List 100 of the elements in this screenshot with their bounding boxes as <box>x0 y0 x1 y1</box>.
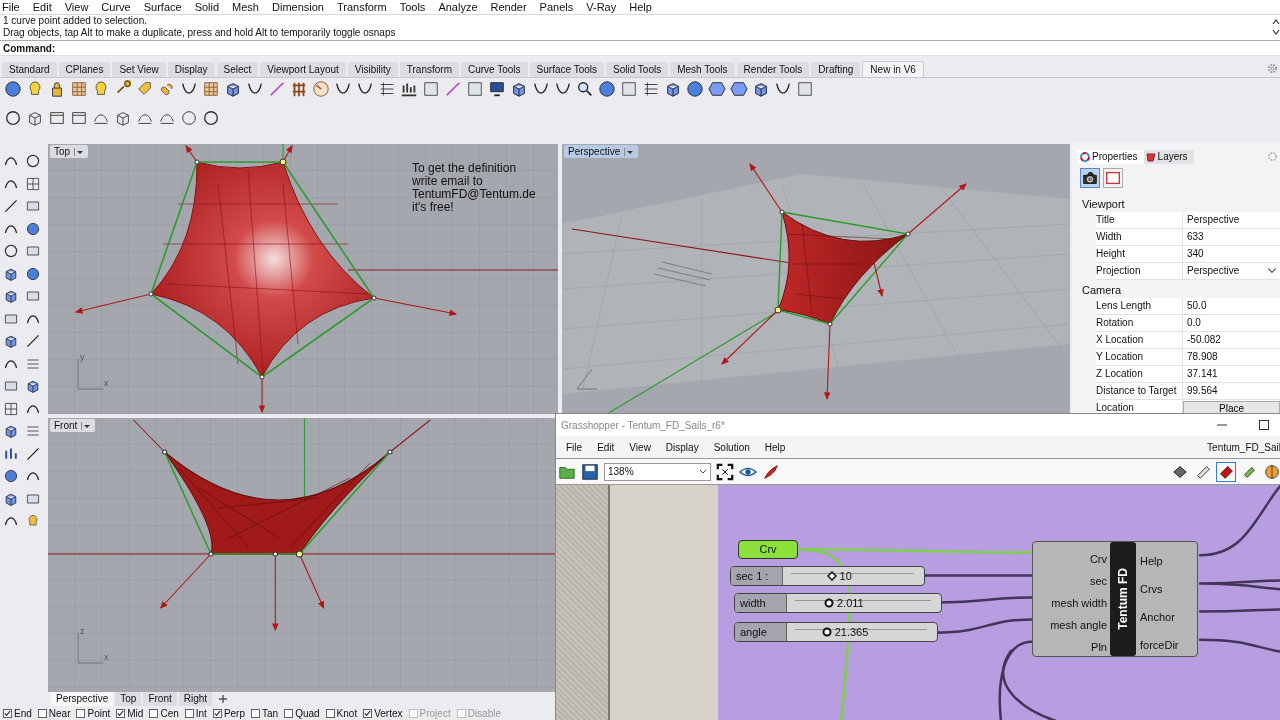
menu-item[interactable]: Solid <box>194 0 226 14</box>
property-value[interactable]: -50.082 <box>1183 332 1280 348</box>
grid-icon[interactable] <box>202 80 220 98</box>
checkbox[interactable] <box>212 708 222 718</box>
view-tab[interactable]: Perspective <box>51 692 114 706</box>
menu-item[interactable]: Edit <box>32 0 58 14</box>
menu-item[interactable]: Panels <box>539 0 580 14</box>
bars-icon[interactable] <box>3 445 19 462</box>
box-icon[interactable] <box>48 109 66 127</box>
caret-icon[interactable] <box>699 468 707 475</box>
box-icon[interactable] <box>70 109 88 127</box>
cube-icon[interactable] <box>224 80 242 98</box>
lines-icon[interactable] <box>642 80 660 98</box>
circle-icon[interactable] <box>25 153 41 170</box>
menu-item[interactable]: Edit <box>597 441 615 453</box>
cube-icon[interactable] <box>752 80 770 98</box>
checkbox[interactable] <box>363 708 373 718</box>
view-tab[interactable]: Front <box>143 692 177 706</box>
toolbar-tab[interactable]: CPlanes <box>58 62 111 77</box>
menu-item[interactable]: File <box>2 0 26 14</box>
slider-thumb[interactable] <box>824 598 834 608</box>
slider-thumb[interactable] <box>826 571 837 581</box>
grid-icon[interactable] <box>3 400 19 417</box>
zoom-extents-icon[interactable] <box>716 462 734 481</box>
box-icon[interactable] <box>466 80 484 98</box>
toolbar-tab[interactable]: Visibility <box>347 62 398 77</box>
menu-item[interactable]: Solution <box>713 441 750 453</box>
number-slider[interactable]: angle 21.365 <box>734 622 938 642</box>
caret-icon[interactable] <box>1267 267 1277 275</box>
box-icon[interactable] <box>422 80 440 98</box>
menu-item[interactable]: View <box>64 0 95 14</box>
cube-icon[interactable] <box>3 333 19 350</box>
toolbar-tab[interactable]: Select <box>216 62 259 77</box>
curve-parameter[interactable]: Crv <box>738 540 798 559</box>
save-icon[interactable] <box>581 462 599 481</box>
cube-icon[interactable] <box>114 109 132 127</box>
menu-item[interactable]: Display <box>665 441 699 453</box>
caret-icon[interactable] <box>624 147 635 156</box>
zoom-dropdown[interactable]: 138% <box>604 462 711 481</box>
menu-item[interactable]: Render <box>490 0 533 14</box>
checkbox[interactable] <box>184 708 194 718</box>
property-value[interactable]: 340 <box>1183 246 1280 262</box>
scroll-arrows-icon[interactable] <box>1272 17 1280 37</box>
view-tab[interactable]: Right <box>178 692 213 706</box>
command-field[interactable]: Command: <box>0 41 1280 56</box>
toolbar-tab[interactable]: Set View <box>112 62 166 77</box>
hexagon-icon[interactable] <box>730 80 748 98</box>
document-tab[interactable]: Tentum_FD_Sail <box>1207 441 1280 453</box>
property-value[interactable]: 37.141 <box>1183 366 1280 382</box>
slider-thumb[interactable] <box>821 627 832 637</box>
toolbar-tab[interactable]: Drafting <box>811 62 861 77</box>
gauge-icon[interactable] <box>312 80 330 98</box>
lines-icon[interactable] <box>378 80 396 98</box>
line-icon[interactable] <box>25 333 41 350</box>
checkbox[interactable] <box>37 708 47 718</box>
cube-icon[interactable] <box>3 423 19 440</box>
search-icon[interactable] <box>576 80 594 98</box>
line-icon[interactable] <box>25 445 41 462</box>
cube-icon[interactable] <box>3 288 19 305</box>
toolbar-tab[interactable]: Viewport Layout <box>260 62 346 77</box>
cube-icon[interactable] <box>664 80 682 98</box>
toolbar-tab[interactable]: Display <box>167 62 215 77</box>
bulb-icon[interactable] <box>92 80 110 98</box>
line-icon[interactable] <box>3 198 19 215</box>
checkbox[interactable] <box>116 708 126 718</box>
checkbox[interactable] <box>251 708 260 718</box>
toolbar-tab[interactable]: Standard <box>2 62 57 77</box>
menu-item[interactable]: Transform <box>336 0 393 14</box>
menu-item[interactable]: View <box>629 441 651 453</box>
menu-item[interactable]: Surface <box>143 0 188 14</box>
menu-item[interactable]: Dimension <box>272 0 330 14</box>
property-value[interactable]: 99.564 <box>1183 383 1280 399</box>
viewport-title[interactable]: Top <box>50 145 89 158</box>
viewport-title[interactable]: Front <box>50 419 96 432</box>
toolbar-tab[interactable]: Curve Tools <box>460 62 528 77</box>
property-value[interactable]: Perspective <box>1183 212 1280 228</box>
checkbox[interactable] <box>325 708 335 718</box>
toolbar-tab[interactable]: Render Tools <box>736 62 810 77</box>
box-icon[interactable] <box>620 80 638 98</box>
caret-icon[interactable] <box>74 147 85 156</box>
cube-icon[interactable] <box>26 109 44 127</box>
property-value[interactable]: 78.908 <box>1183 349 1280 365</box>
maximize-icon[interactable] <box>1259 420 1269 430</box>
checkbox[interactable] <box>76 708 86 718</box>
toolbar-tab[interactable]: Transform <box>399 62 459 77</box>
menu-item[interactable]: Tools <box>399 0 432 14</box>
panel-tab[interactable]: Properties <box>1078 150 1144 164</box>
number-slider[interactable]: width 2.011 <box>734 593 942 613</box>
rectangle-icon[interactable] <box>1103 168 1123 188</box>
toolbar-tab[interactable]: Surface Tools <box>529 62 604 77</box>
number-slider[interactable]: sec 1 : 10 <box>730 566 925 586</box>
menu-item[interactable]: Analyze <box>438 0 484 14</box>
property-value[interactable]: 0.0 <box>1183 315 1280 331</box>
cube-icon[interactable] <box>510 80 528 98</box>
tag-icon[interactable] <box>136 80 154 98</box>
toolbar-tab[interactable]: Solid Tools <box>606 62 669 77</box>
projection-dropdown[interactable]: Perspective <box>1183 263 1280 279</box>
brush-icon[interactable] <box>762 462 780 481</box>
circle-icon[interactable] <box>202 109 220 127</box>
menu-item[interactable]: Help <box>764 441 786 453</box>
